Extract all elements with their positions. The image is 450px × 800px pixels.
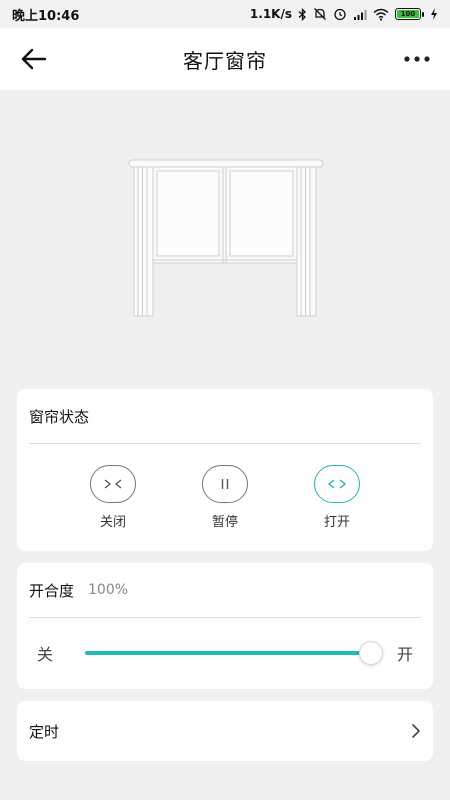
- left-curtain-panel: [133, 166, 154, 317]
- pause-curtain-label: 暂停: [211, 515, 238, 530]
- slider-thumb[interactable]: [358, 641, 383, 665]
- more-dots-icon: [404, 56, 430, 62]
- open-curtain-label: 打开: [323, 515, 350, 530]
- timer-row[interactable]: 定时: [17, 701, 433, 761]
- wifi-icon: [373, 8, 389, 21]
- pause-icon: [202, 465, 248, 503]
- curtain-illustration: [0, 90, 450, 380]
- openness-title: 开合度: [29, 581, 75, 600]
- battery-level: 100: [397, 10, 419, 18]
- curtain-graphic: [128, 159, 324, 317]
- timer-title: 定时: [29, 722, 60, 741]
- network-speed: 1.1K/s: [249, 7, 292, 21]
- back-button[interactable]: [20, 45, 48, 73]
- bluetooth-icon: [298, 7, 307, 21]
- curtain-status-card: 窗帘状态 关闭 暂停 打开: [17, 389, 433, 551]
- charging-icon: [430, 8, 438, 20]
- curtain-status-title: 窗帘状态: [29, 407, 90, 426]
- back-arrow-icon: [21, 48, 47, 70]
- more-button[interactable]: [402, 45, 432, 73]
- slider-open-label: 开: [396, 645, 413, 664]
- slider-fill: [85, 651, 371, 655]
- openness-card: 开合度 100% 关 开: [17, 563, 433, 689]
- timer-card[interactable]: 定时: [17, 701, 433, 761]
- curtain-status-header: 窗帘状态: [29, 389, 421, 444]
- slider-closed-label: 关: [37, 645, 54, 664]
- openness-header: 开合度 100%: [29, 563, 421, 618]
- curtain-controls: 关闭 暂停 打开: [17, 465, 433, 530]
- status-icons: 1.1K/s 100: [250, 7, 438, 21]
- status-bar: 晚上10:46 1.1K/s 100: [0, 0, 450, 28]
- page-title: 客厅窗帘: [183, 48, 267, 73]
- close-curtain-icon: [90, 465, 136, 503]
- close-curtain-button[interactable]: 关闭: [78, 465, 148, 530]
- signal-icon: [353, 8, 367, 21]
- pause-curtain-button[interactable]: 暂停: [190, 465, 260, 530]
- status-time: 晚上10:46: [12, 8, 80, 24]
- battery-icon: 100: [395, 8, 424, 20]
- open-curtain-icon: [314, 465, 360, 503]
- openness-slider-row: 关 开: [17, 618, 433, 688]
- open-curtain-button[interactable]: 打开: [302, 465, 372, 530]
- mute-icon: [313, 7, 327, 21]
- window-frame: [152, 166, 298, 264]
- close-curtain-label: 关闭: [99, 515, 126, 530]
- right-curtain-panel: [296, 166, 317, 317]
- app-bar: 客厅窗帘: [0, 28, 450, 90]
- alarm-icon: [333, 7, 347, 21]
- chevron-right-icon: [411, 723, 421, 739]
- openness-value: 100%: [88, 582, 129, 598]
- openness-slider[interactable]: [85, 641, 383, 665]
